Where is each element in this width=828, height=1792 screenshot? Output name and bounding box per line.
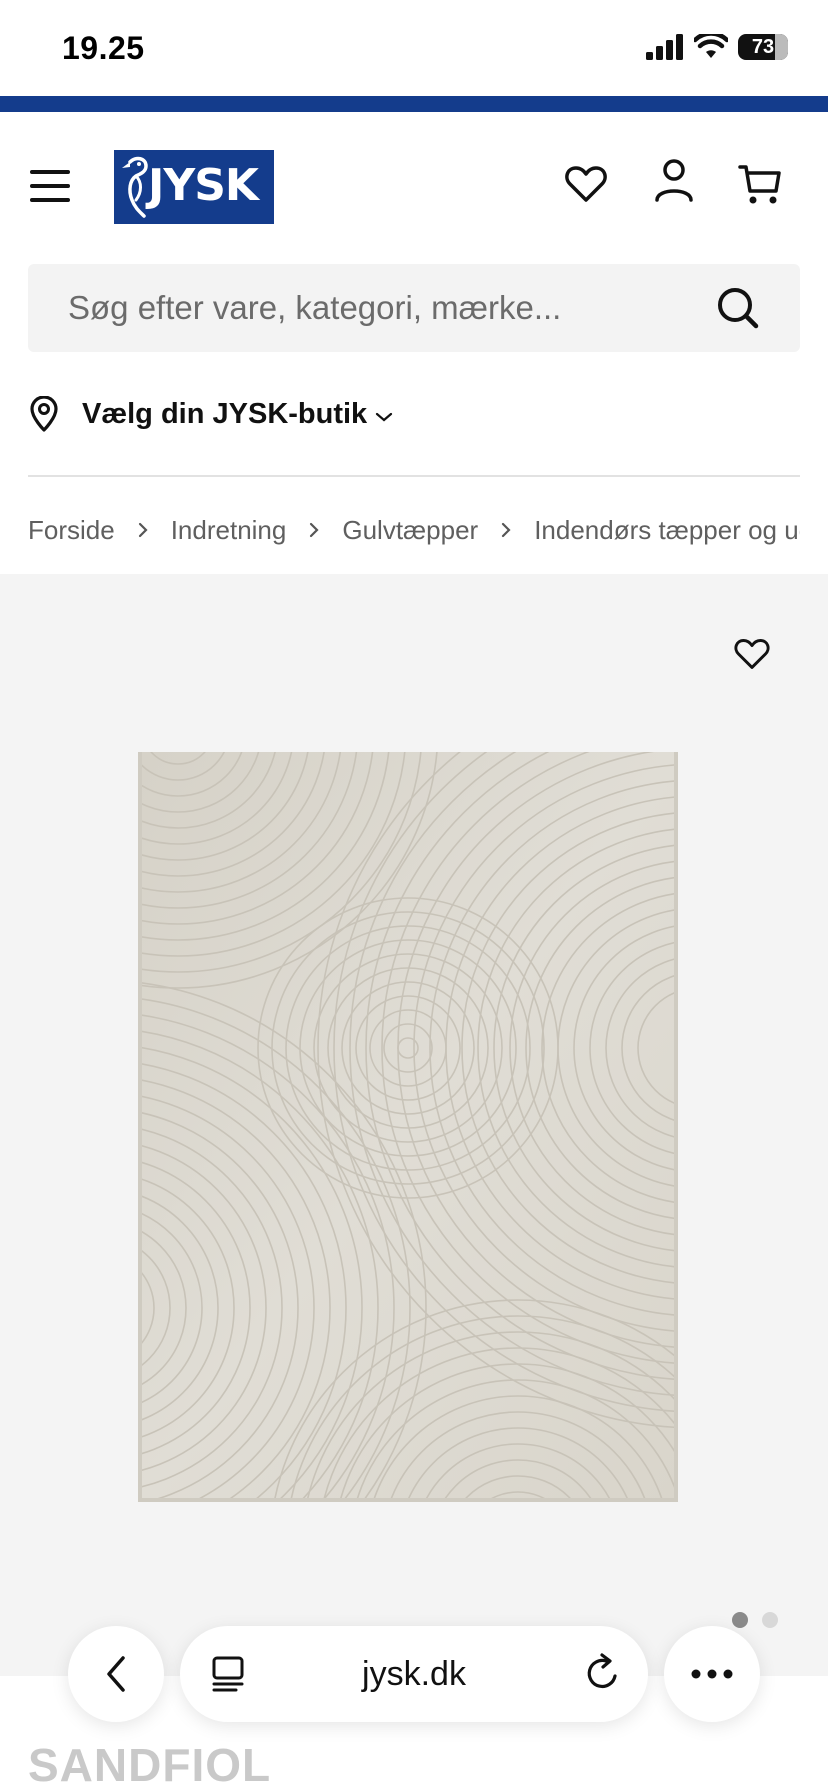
store-selector[interactable]: Vælg din JYSK-butik — [28, 392, 393, 436]
store-label: Vælg din JYSK-butik — [82, 397, 368, 430]
tabs-icon[interactable] — [210, 1654, 246, 1694]
breadcrumb-item-indendors[interactable]: Indendørs tæpper og uden — [534, 515, 800, 546]
product-image-rug — [138, 752, 678, 1502]
search-icon[interactable] — [716, 286, 760, 330]
status-time: 19.25 — [62, 30, 145, 66]
url-text: jysk.dk — [362, 1654, 466, 1693]
location-pin-icon — [30, 396, 58, 432]
chevron-right-icon — [500, 521, 512, 539]
brand-strip — [0, 96, 828, 112]
battery-icon: 73 — [738, 34, 788, 60]
cart-icon[interactable] — [736, 160, 784, 208]
chevron-left-icon — [107, 1656, 125, 1692]
site-header: JYSK — [0, 112, 828, 262]
status-icons: 73 — [646, 34, 788, 60]
product-title: SANDFIOL — [28, 1739, 272, 1791]
back-button[interactable] — [68, 1626, 164, 1722]
heart-icon[interactable] — [562, 160, 610, 208]
user-icon[interactable] — [650, 156, 698, 204]
battery-level: 73 — [751, 35, 775, 58]
signal-icon — [646, 34, 683, 60]
address-bar[interactable]: jysk.dk — [180, 1626, 648, 1722]
wifi-icon — [694, 34, 728, 58]
breadcrumb-item-forside[interactable]: Forside — [28, 515, 115, 546]
reload-icon[interactable] — [582, 1652, 622, 1694]
favorite-heart-icon[interactable] — [728, 630, 776, 678]
product-gallery[interactable] — [0, 574, 828, 1676]
search-bar — [28, 264, 800, 352]
menu-icon[interactable] — [30, 170, 70, 202]
chevron-right-icon — [308, 521, 320, 539]
breadcrumb-item-indretning[interactable]: Indretning — [171, 515, 287, 546]
ellipsis-icon — [691, 1669, 733, 1679]
jysk-logo[interactable]: JYSK — [114, 150, 274, 224]
logo-text: JYSK — [148, 160, 259, 211]
status-bar: 19.25 73 — [0, 0, 828, 96]
breadcrumb-item-gulvtaepper[interactable]: Gulvtæpper — [342, 515, 478, 546]
chevron-down-icon — [376, 412, 393, 422]
search-input[interactable] — [68, 264, 708, 352]
browser-toolbar: jysk.dk — [0, 1620, 828, 1730]
chevron-right-icon — [137, 521, 149, 539]
breadcrumb: Forside Indretning Gulvtæpper Indendørs … — [28, 510, 800, 550]
divider — [28, 475, 800, 477]
more-options-button[interactable] — [664, 1626, 760, 1722]
